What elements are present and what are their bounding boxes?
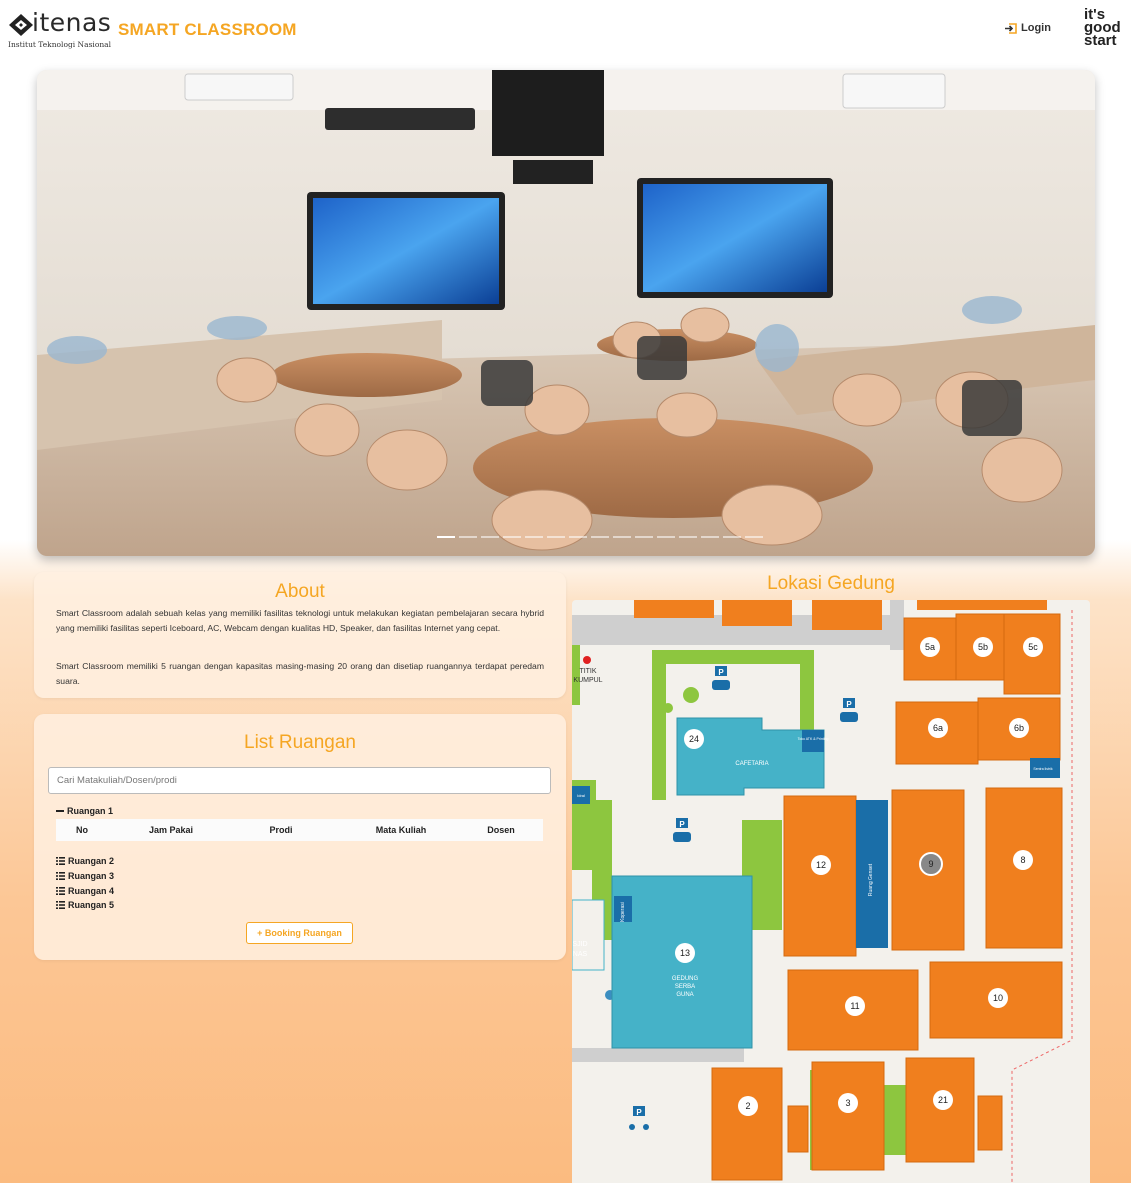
list-icon bbox=[56, 857, 65, 866]
building-6b-label: 6b bbox=[1014, 723, 1024, 733]
building-8-label: 8 bbox=[1020, 855, 1025, 865]
column-header-prodi: Prodi bbox=[269, 825, 293, 835]
room-list-card: List Ruangan Ruangan 1 No Jam Pakai Prod… bbox=[34, 714, 566, 960]
room-4-label: Ruangan 4 bbox=[68, 885, 115, 896]
logo-subtitle: Institut Teknologi Nasional bbox=[8, 40, 112, 49]
carousel-dot[interactable] bbox=[613, 536, 631, 538]
building-12-label: 12 bbox=[816, 860, 826, 870]
parking-label-1: P bbox=[718, 668, 724, 677]
carousel-dot[interactable] bbox=[701, 536, 719, 538]
carousel-dot[interactable] bbox=[481, 536, 499, 538]
building-2-label: 2 bbox=[745, 1101, 750, 1111]
column-header-no: No bbox=[76, 825, 88, 835]
building-5a-label: 5a bbox=[925, 642, 935, 652]
building-3-label: 3 bbox=[845, 1098, 850, 1108]
idral-label: Idral bbox=[577, 793, 585, 798]
search-input[interactable] bbox=[48, 767, 551, 794]
building-9-label: 9 bbox=[928, 859, 933, 869]
carousel-dot[interactable] bbox=[635, 536, 653, 538]
building-6a-label: 6a bbox=[933, 723, 943, 733]
carousel-dot[interactable] bbox=[459, 536, 477, 538]
carousel-dot[interactable] bbox=[657, 536, 675, 538]
list-icon bbox=[56, 886, 65, 895]
masjid-label-1: SJID bbox=[572, 941, 587, 948]
room-3-label: Ruangan 3 bbox=[68, 871, 115, 882]
logo-wordmark: itenas bbox=[32, 8, 112, 37]
collapse-icon bbox=[56, 810, 64, 812]
building-10-label: 10 bbox=[993, 993, 1003, 1003]
carousel-dot[interactable] bbox=[547, 536, 565, 538]
toko-label: Toko ATK & Printing bbox=[798, 737, 829, 741]
room-5-label: Ruangan 5 bbox=[68, 900, 115, 911]
booking-room-button[interactable]: + Booking Ruangan bbox=[246, 922, 353, 944]
room-3-toggle[interactable]: Ruangan 3 bbox=[56, 869, 114, 884]
list-icon bbox=[56, 872, 65, 881]
parking-label-3: P bbox=[679, 820, 685, 829]
carousel-dot[interactable] bbox=[569, 536, 587, 538]
column-header-dosen: Dosen bbox=[487, 825, 515, 835]
room-2-toggle[interactable]: Ruangan 2 bbox=[56, 854, 114, 869]
about-card: About Smart Classroom adalah sebuah kela… bbox=[34, 572, 566, 698]
about-paragraph-1: Smart Classroom adalah sebuah kelas yang… bbox=[56, 608, 544, 633]
titik-kumpul-label-1: TITIK bbox=[579, 668, 596, 675]
building-5b-label: 5b bbox=[978, 642, 988, 652]
column-header-mata-kuliah: Mata Kuliah bbox=[375, 825, 427, 835]
column-header-jam-pakai: Jam Pakai bbox=[148, 825, 194, 835]
room-list: Ruangan 2 Ruangan 3 Ruangan 4 Ruangan 5 bbox=[56, 854, 114, 913]
its-a-good-start-logo: it's good start bbox=[1084, 7, 1128, 54]
carousel-dot[interactable] bbox=[591, 536, 609, 538]
building-21-label: 21 bbox=[938, 1095, 948, 1105]
carousel-dot[interactable] bbox=[745, 536, 763, 538]
itenas-logo-icon bbox=[9, 14, 33, 36]
room-1-toggle[interactable]: Ruangan 1 bbox=[56, 806, 113, 816]
room-list-title: List Ruangan bbox=[244, 732, 356, 753]
room-2-label: Ruangan 2 bbox=[68, 856, 115, 867]
room-5-toggle[interactable]: Ruangan 5 bbox=[56, 898, 114, 913]
room-1-label: Ruangan 1 bbox=[67, 806, 114, 816]
list-icon bbox=[56, 901, 65, 910]
building-5c-label: 5c bbox=[1028, 642, 1038, 652]
gedung-label-3: GUNA bbox=[676, 992, 693, 998]
top-navbar: itenas Institut Teknologi Nasional SMART… bbox=[0, 0, 1131, 60]
carousel-dot[interactable] bbox=[679, 536, 697, 538]
login-label: Login bbox=[1021, 22, 1051, 34]
building-11-label: 11 bbox=[850, 1001, 859, 1011]
parking-label-4: P bbox=[636, 1108, 642, 1117]
tagline-line-3: start bbox=[1084, 32, 1117, 49]
about-paragraph-2: Smart Classroom memiliki 5 ruangan denga… bbox=[56, 661, 544, 686]
about-title: About bbox=[275, 581, 325, 602]
itenas-logo[interactable]: itenas Institut Teknologi Nasional bbox=[8, 8, 113, 52]
hero-carousel[interactable] bbox=[37, 70, 1095, 556]
login-icon bbox=[1005, 22, 1017, 34]
gedung-label-2: SERBA bbox=[675, 984, 695, 990]
carousel-indicators bbox=[437, 536, 763, 538]
carousel-dot[interactable] bbox=[525, 536, 543, 538]
cafetaria-label: CAFETARIA bbox=[735, 761, 768, 767]
titik-kumpul-label-2: KUMPUL bbox=[573, 677, 602, 684]
gedung-label-1: GEDUNG bbox=[672, 976, 699, 982]
login-button[interactable]: Login bbox=[1004, 22, 1051, 34]
room-4-toggle[interactable]: Ruangan 4 bbox=[56, 883, 114, 898]
koperasi-label: Koperasi bbox=[620, 902, 626, 922]
app-title: SMART CLASSROOM bbox=[118, 20, 297, 39]
building-13-label: 13 bbox=[680, 948, 690, 958]
parking-label-2: P bbox=[846, 700, 852, 709]
carousel-dot[interactable] bbox=[723, 536, 741, 538]
schedule-table-header: No Jam Pakai Prodi Mata Kuliah Dosen bbox=[56, 819, 543, 841]
carousel-dot[interactable] bbox=[437, 536, 455, 538]
masjid-label-2: NAS bbox=[573, 951, 588, 958]
campus-map[interactable]: P P P P TITIK KUMPUL SJID NAS CAFETARIA … bbox=[572, 600, 1090, 1183]
classroom-photo bbox=[37, 70, 1095, 556]
sentra-label: Sentra listrik bbox=[1033, 767, 1053, 771]
campus-map-drawing: P P P P TITIK KUMPUL SJID NAS CAFETARIA … bbox=[572, 600, 1073, 1183]
ruang-genset-label: Ruang Genset bbox=[868, 863, 874, 896]
map-title: Lokasi Gedung bbox=[767, 573, 895, 594]
carousel-dot[interactable] bbox=[503, 536, 521, 538]
building-24-label: 24 bbox=[689, 734, 699, 744]
